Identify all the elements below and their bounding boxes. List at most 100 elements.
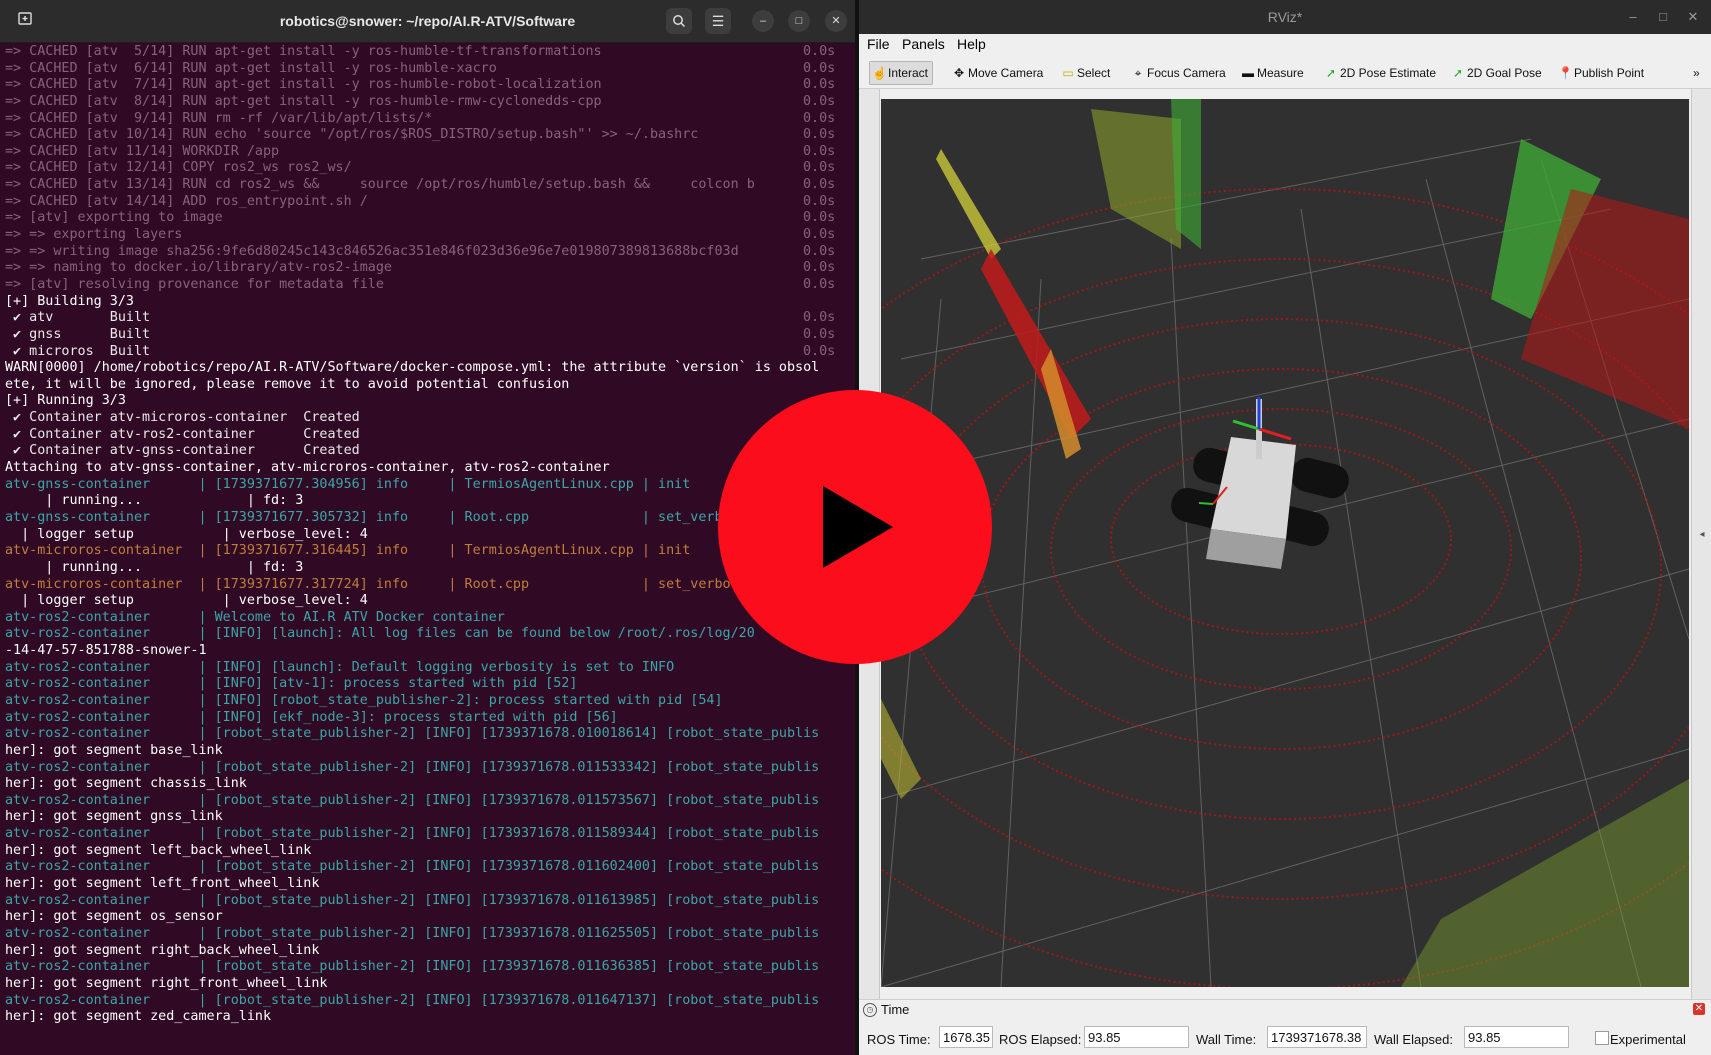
play-button-icon[interactable] xyxy=(718,390,992,664)
terminal-line-text: => CACHED [atv 11/14] WORKDIR /app xyxy=(5,143,280,159)
terminal-header: robotics@snower: ~/repo/AI.R-ATV/Softwar… xyxy=(0,0,855,43)
terminal-line-text: her]: got segment gnss_link xyxy=(5,809,223,825)
terminal-line-duration: 0.0s xyxy=(803,77,836,93)
terminal-line: ✔ Container atv-gnss-container Created xyxy=(0,443,855,460)
3d-viewport[interactable] xyxy=(881,99,1689,987)
terminal-line: Attaching to atv-gnss-container, atv-mic… xyxy=(0,460,855,477)
maximize-icon[interactable]: □ xyxy=(788,10,810,32)
toolbar-overflow-icon[interactable]: » xyxy=(1691,62,1704,84)
tool-2d-pose-estimate[interactable]: ➚ 2D Pose Estimate xyxy=(1322,62,1440,84)
terminal-line-text: atv-gnss-container | [1739371677.304956]… xyxy=(5,476,691,492)
terminal-line: her]: got segment chassis_link xyxy=(0,776,855,793)
terminal-line-text: ✔ Container atv-gnss-container Created xyxy=(5,443,360,459)
terminal-line-text: => => exporting layers xyxy=(5,227,183,243)
terminal-line: => => naming to docker.io/library/atv-ro… xyxy=(0,260,855,277)
terminal-line: atv-ros2-container | [robot_state_publis… xyxy=(0,760,855,777)
terminal-line-text: ✔ Container atv-ros2-container Created xyxy=(5,426,360,442)
terminal-line: => CACHED [atv 9/14] RUN rm -rf /var/lib… xyxy=(0,111,855,128)
expand-right-icon[interactable]: ◂ xyxy=(1692,529,1711,540)
tool-focus-camera[interactable]: ⌖ Focus Camera xyxy=(1129,62,1230,84)
time-panel-title: Time xyxy=(881,1002,910,1017)
ros-time-field[interactable]: 1678.35 xyxy=(939,1026,993,1048)
rviz-title: RViz* xyxy=(1267,9,1303,25)
terminal-line: => CACHED [atv 11/14] WORKDIR /app 0.0s xyxy=(0,144,855,161)
close-icon[interactable]: ✕ xyxy=(1679,0,1707,34)
terminal-line-duration: 0.0s xyxy=(803,177,836,193)
clock-icon: ◷ xyxy=(863,1003,877,1017)
terminal-line-text: => => naming to docker.io/library/atv-ro… xyxy=(5,260,392,276)
terminal-line-text: her]: got segment chassis_link xyxy=(5,776,247,792)
rviz-titlebar: RViz* – □ ✕ xyxy=(859,0,1711,34)
terminal-line-text: atv-ros2-container | [robot_state_publis… xyxy=(5,992,820,1008)
search-icon[interactable] xyxy=(666,8,692,34)
terminal-line-text: her]: got segment left_back_wheel_link xyxy=(5,842,312,858)
publish-point-icon: 📍 xyxy=(1558,66,1573,80)
tool-2d-goal-pose[interactable]: ➚ 2D Goal Pose xyxy=(1449,62,1546,84)
terminal-line-text: her]: got segment right_back_wheel_link xyxy=(5,942,320,958)
terminal-line: ✔ Container atv-microros-container Creat… xyxy=(0,410,855,427)
terminal-line-duration: 0.0s xyxy=(803,60,836,76)
menu-help[interactable]: Help xyxy=(957,36,986,52)
terminal-line: atv-ros2-container | [robot_state_publis… xyxy=(0,826,855,843)
terminal-line-text: atv-gnss-container | [1739371677.305732]… xyxy=(5,509,723,525)
tool-interact[interactable]: ☝Interact xyxy=(869,61,934,85)
terminal-line-text: ✔ atv Built xyxy=(5,310,151,326)
experimental-checkbox[interactable] xyxy=(1595,1031,1609,1045)
terminal-line: atv-ros2-container | [INFO] [launch]: Al… xyxy=(0,626,855,643)
menu-panels[interactable]: Panels xyxy=(902,36,945,52)
terminal-line-duration: 0.0s xyxy=(803,143,836,159)
terminal-line: => CACHED [atv 8/14] RUN apt-get install… xyxy=(0,94,855,111)
right-dock-handle[interactable]: ◂ xyxy=(1691,89,1711,999)
terminal-line-text: => CACHED [atv 8/14] RUN apt-get install… xyxy=(5,93,602,109)
terminal-line-text: Attaching to atv-gnss-container, atv-mic… xyxy=(5,460,610,476)
terminal-line: her]: got segment base_link xyxy=(0,743,855,760)
terminal-line-text: [+] Running 3/3 xyxy=(5,393,126,409)
terminal-line: ✔ Container atv-ros2-container Created xyxy=(0,427,855,444)
terminal-line-text: atv-ros2-container | [INFO] [launch]: Al… xyxy=(5,626,755,642)
terminal-line: => [atv] resolving provenance for metada… xyxy=(0,277,855,294)
terminal-line-duration: 0.0s xyxy=(803,44,836,59)
terminal-line: atv-ros2-container | [robot_state_publis… xyxy=(0,859,855,876)
terminal-line: ✔ gnss Built 0.0s xyxy=(0,327,855,344)
terminal-line-text: atv-microros-container | [1739371677.317… xyxy=(5,576,739,592)
terminal-line: => CACHED [atv 6/14] RUN apt-get install… xyxy=(0,61,855,78)
terminal-line-text: => => writing image sha256:9fe6d80245c14… xyxy=(5,243,739,259)
terminal-line: atv-ros2-container | [robot_state_publis… xyxy=(0,793,855,810)
terminal-line-text: atv-ros2-container | [INFO] [atv-1]: pro… xyxy=(5,676,578,692)
menu-file[interactable]: File xyxy=(867,36,890,52)
terminal-line: atv-ros2-container | [INFO] [robot_state… xyxy=(0,693,855,710)
terminal-line: atv-ros2-container | [INFO] [launch]: De… xyxy=(0,660,855,677)
terminal-line-duration: 0.0s xyxy=(803,276,836,292)
wall-elapsed-field[interactable]: 93.85 xyxy=(1464,1026,1569,1048)
ros-elapsed-field[interactable]: 93.85 xyxy=(1084,1026,1189,1048)
close-icon[interactable]: ✕ xyxy=(825,10,847,32)
terminal-line-duration: 0.0s xyxy=(803,343,836,359)
terminal-line: => [atv] exporting to image 0.0s xyxy=(0,210,855,227)
terminal-line-text: => CACHED [atv 14/14] ADD ros_entrypoint… xyxy=(5,193,368,209)
terminal-line-duration: 0.0s xyxy=(803,160,836,176)
terminal-line-duration: 0.0s xyxy=(803,227,836,243)
terminal-line-duration: 0.0s xyxy=(803,93,836,109)
terminal-line-text: her]: got segment base_link xyxy=(5,742,223,758)
tool-select[interactable]: ▭ Select xyxy=(1059,62,1114,84)
maximize-icon[interactable]: □ xyxy=(1649,0,1677,34)
minimize-icon[interactable]: – xyxy=(752,10,774,32)
close-icon[interactable]: ✕ xyxy=(1693,1003,1705,1015)
terminal-line: => CACHED [atv 13/14] RUN cd ros2_ws && … xyxy=(0,177,855,194)
hamburger-menu-icon[interactable]: ☰ xyxy=(705,8,731,34)
terminal-line: her]: got segment left_back_wheel_link xyxy=(0,843,855,860)
minimize-icon[interactable]: – xyxy=(1619,0,1647,34)
wall-time-field[interactable]: 1739371678.38 xyxy=(1267,1026,1367,1048)
focus-camera-icon: ⌖ xyxy=(1134,66,1142,80)
terminal-line-text: atv-ros2-container | [robot_state_publis… xyxy=(5,826,820,842)
tool-measure[interactable]: ▬ Measure xyxy=(1239,62,1308,84)
wall-time-label: Wall Time: xyxy=(1196,1032,1257,1047)
terminal-line-text: atv-ros2-container | [robot_state_publis… xyxy=(5,959,820,975)
tool-move-camera[interactable]: ✥ Move Camera xyxy=(950,62,1047,84)
terminal-line-text: atv-ros2-container | [robot_state_publis… xyxy=(5,859,820,875)
terminal-line: => CACHED [atv 14/14] ADD ros_entrypoint… xyxy=(0,194,855,211)
terminal-line-text: atv-ros2-container | [INFO] [robot_state… xyxy=(5,692,723,708)
tool-publish-point[interactable]: 📍Publish Point xyxy=(1556,62,1648,84)
terminal-line-duration: 0.0s xyxy=(803,193,836,209)
terminal-line-text: | logger setup | verbose_level: 4 xyxy=(5,526,368,542)
